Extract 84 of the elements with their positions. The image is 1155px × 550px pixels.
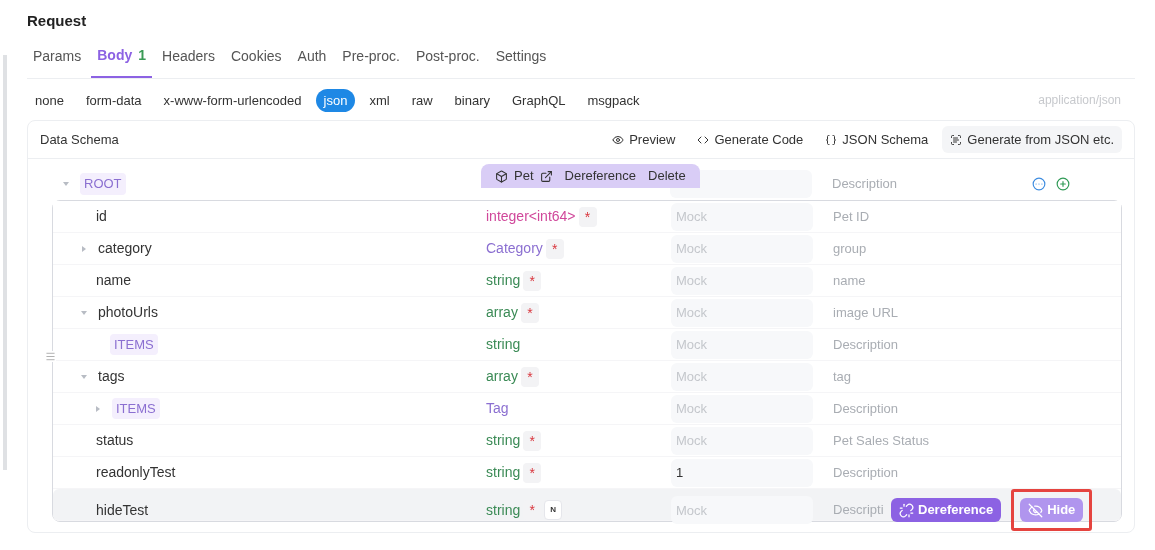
cube-icon [495,169,508,183]
type-label[interactable]: string [486,334,521,355]
tab[interactable]: Post-proc. [409,44,486,78]
body-type-option[interactable]: msgpack [579,88,648,112]
type-label[interactable]: string [486,499,521,521]
tab[interactable]: Body 1 [91,44,153,78]
description-field[interactable]: Pet ID [833,206,1121,227]
reference-action[interactable]: Dereference [564,166,637,186]
reference-action[interactable]: Delete [648,166,686,186]
field-name: name [96,271,132,290]
required-icon[interactable]: * [520,302,539,323]
tab[interactable]: Pre-proc. [336,44,406,78]
nullable-badge[interactable]: N [544,500,563,520]
body-type-option[interactable]: form-data [77,88,150,112]
required-icon[interactable]: * [523,270,542,291]
dereference-icon [899,502,914,518]
items-badge: ITEMS [112,397,160,420]
schema-title: Data Schema [40,130,119,149]
field-name: status [96,431,134,450]
type-label[interactable]: array [486,366,518,387]
tab[interactable]: Headers [156,44,221,78]
add-icon[interactable] [1056,177,1070,191]
toolbar-button[interactable]: Preview [604,125,684,154]
section-title: Request [27,11,88,31]
tab[interactable]: Auth [291,44,333,78]
field-name: hideTest [96,500,149,520]
field-name: id [96,207,107,226]
description-field[interactable]: group [833,238,1121,259]
dereference-button[interactable]: Dereference [891,498,1002,522]
body-type-option[interactable]: x-www-form-urlencoded [155,88,310,112]
caret-icon[interactable] [81,373,87,380]
description-field[interactable]: image URL [833,302,1121,323]
caret-icon[interactable] [95,405,101,412]
tab[interactable]: Params [27,44,88,78]
description-field[interactable]: Description [833,334,1121,355]
eye-off-icon [1028,502,1044,518]
description-field[interactable]: name [833,270,1121,291]
count-label: 1 [138,45,147,65]
schema-icon [825,133,838,146]
body-type-option[interactable]: xml [361,88,398,112]
content-type: application/json [1038,92,1121,110]
type-label[interactable]: array [486,302,518,323]
body-type-option[interactable]: binary [446,88,498,112]
type-label[interactable]: string [486,462,521,483]
body-type-option[interactable]: json [315,88,356,112]
required-icon[interactable]: * [520,366,539,387]
description-field[interactable]: tag [833,366,1121,387]
type-label[interactable]: Category [486,238,543,259]
required-icon[interactable]: * [545,238,564,259]
root-badge: ROOT [80,173,126,195]
field-name: tags [98,367,125,386]
caret-icon[interactable] [81,309,87,316]
description-field[interactable]: Description [832,174,1032,194]
external-link-icon[interactable] [539,169,553,183]
description-field[interactable]: Description [833,398,1121,419]
body-type-option[interactable]: raw [403,88,441,112]
items-badge: ITEMS [110,333,158,356]
tab[interactable]: Cookies [224,44,288,78]
field-name: readonlyTest [96,463,176,482]
body-type-option[interactable]: none [27,88,72,112]
body-type-option[interactable]: GraphQL [504,88,574,112]
description-field[interactable]: Descripti [833,500,891,520]
toolbar-button[interactable]: Generate Code [689,125,812,154]
required-icon[interactable]: * [523,430,542,451]
caret-icon[interactable] [81,245,87,252]
required-icon[interactable]: * [578,206,597,227]
reference-name[interactable]: Pet [514,166,534,186]
description-field[interactable]: Pet Sales Status [833,430,1121,451]
field-name: photoUrls [98,303,158,322]
preview-icon [612,133,625,146]
generate-icon [950,133,963,146]
tab[interactable]: Settings [489,44,553,78]
field-name: category [98,239,152,258]
toolbar-button[interactable]: Generate from JSON etc. [942,125,1122,154]
toolbar-button[interactable]: JSON Schema [817,125,937,154]
description-field[interactable]: Description [833,462,1121,483]
caret-icon[interactable] [63,181,69,187]
required-icon[interactable]: * [523,462,542,483]
mock-field[interactable]: 1 [671,458,813,487]
type-label[interactable]: string [486,270,521,291]
type-label[interactable]: integer<int64> [486,206,576,227]
type-label[interactable]: Tag [486,398,509,419]
type-label[interactable]: string [486,430,521,451]
more-icon[interactable] [1032,177,1046,191]
